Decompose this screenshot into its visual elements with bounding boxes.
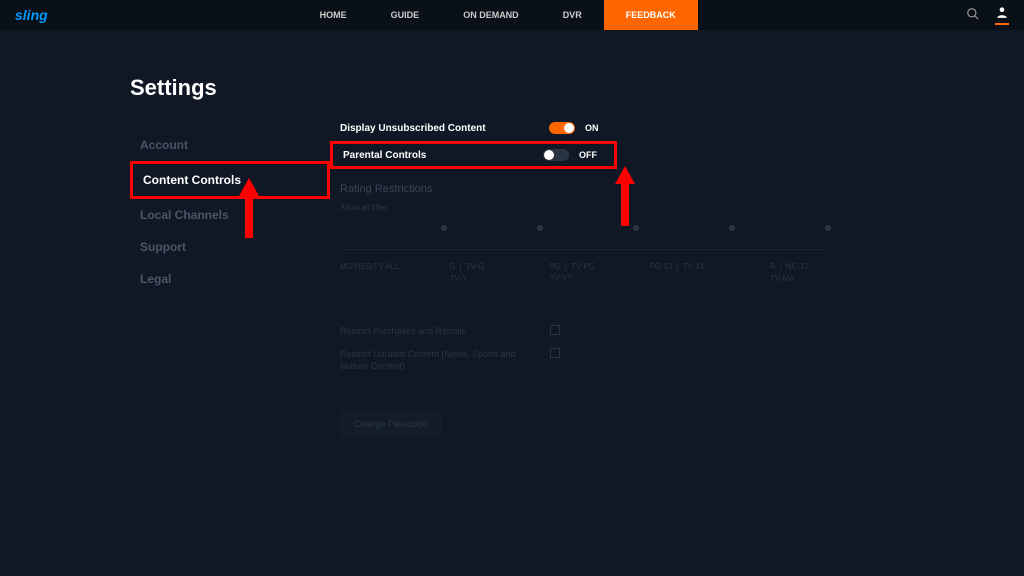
setting-parental-controls: Parental Controls OFF bbox=[330, 141, 617, 169]
restrict-unrated-checkbox[interactable] bbox=[550, 348, 560, 358]
allow-all-label: Allow all titles bbox=[340, 203, 954, 212]
rating-tvy7: TV-Y7 bbox=[549, 274, 649, 283]
nav-guide[interactable]: GUIDE bbox=[369, 0, 442, 30]
annotation-arrow-left bbox=[234, 178, 264, 238]
settings-sidebar: Settings Account Content Controls Local … bbox=[130, 75, 330, 465]
toggle-state: ON bbox=[585, 123, 610, 133]
nav-dvr[interactable]: DVR bbox=[541, 0, 604, 30]
rating-slider[interactable] bbox=[345, 220, 825, 250]
toggle-state: OFF bbox=[579, 150, 604, 160]
rating-col: R | NC-17 TV-MA bbox=[770, 262, 860, 283]
nav-center: HOME GUIDE ON DEMAND DVR FEEDBACK bbox=[298, 0, 698, 30]
rating-tvpg: TV-PG bbox=[571, 262, 595, 271]
rating-col: PG-13 | TV-14 bbox=[649, 262, 770, 283]
restrict-purchases-row: Restrict Purchases and Rentals bbox=[340, 325, 954, 338]
sidebar-item-legal[interactable]: Legal bbox=[130, 263, 330, 295]
rating-nc17: NC-17 bbox=[786, 262, 809, 271]
user-icon bbox=[995, 5, 1009, 22]
sidebar-item-account[interactable]: Account bbox=[130, 129, 330, 161]
settings-content: Display Unsubscribed Content ON Parental… bbox=[330, 75, 1024, 465]
nav-home[interactable]: HOME bbox=[298, 0, 369, 30]
restrict-unrated-row: Restrict Unrated Content (News, Sports a… bbox=[340, 348, 954, 373]
change-passcode-button[interactable]: Change Passcode bbox=[340, 411, 442, 437]
sidebar-item-local-channels[interactable]: Local Channels bbox=[130, 199, 330, 231]
toggle-display-unsubscribed[interactable] bbox=[549, 122, 575, 134]
rating-tvma: TV-MA bbox=[770, 274, 860, 283]
annotation-arrow-right bbox=[610, 166, 640, 226]
rating-tvg: TV-G bbox=[466, 262, 485, 271]
ratings-row: MOVIES/TV ALL G | TV-G TV-Y PG | TV-PG T… bbox=[340, 262, 860, 283]
nav-feedback[interactable]: FEEDBACK bbox=[604, 0, 698, 30]
setting-label: Parental Controls bbox=[343, 150, 426, 161]
rating-col: PG | TV-PG TV-Y7 bbox=[549, 262, 649, 283]
rating-tv14: TV-14 bbox=[683, 262, 704, 271]
slider-dot bbox=[825, 225, 831, 231]
slider-dot bbox=[441, 225, 447, 231]
nav-ondemand[interactable]: ON DEMAND bbox=[441, 0, 541, 30]
app-header: sling HOME GUIDE ON DEMAND DVR FEEDBACK bbox=[0, 0, 1024, 30]
rating-pg13: PG-13 bbox=[649, 262, 672, 271]
slider-dot bbox=[729, 225, 735, 231]
movies-tv-label: MOVIES/TV ALL bbox=[340, 262, 449, 283]
restrict-purchases-label: Restrict Purchases and Rentals bbox=[340, 325, 540, 338]
slider-dot bbox=[537, 225, 543, 231]
restrict-unrated-label: Restrict Unrated Content (News, Sports a… bbox=[340, 348, 540, 373]
rating-tvy: TV-Y bbox=[449, 274, 549, 283]
rating-pg: PG bbox=[549, 262, 561, 271]
setting-label: Display Unsubscribed Content bbox=[340, 123, 486, 134]
toggle-parental-controls[interactable] bbox=[543, 149, 569, 161]
search-icon[interactable] bbox=[966, 7, 980, 24]
setting-display-unsubscribed: Display Unsubscribed Content ON bbox=[330, 117, 620, 139]
restrict-purchases-checkbox[interactable] bbox=[550, 325, 560, 335]
header-right bbox=[966, 5, 1009, 25]
main-content: Settings Account Content Controls Local … bbox=[0, 30, 1024, 465]
user-active-indicator bbox=[995, 23, 1009, 25]
rating-restrictions-heading: Rating Restrictions bbox=[340, 183, 954, 195]
sidebar-item-support[interactable]: Support bbox=[130, 231, 330, 263]
sidebar-item-content-controls[interactable]: Content Controls bbox=[130, 161, 330, 199]
user-icon-wrap[interactable] bbox=[995, 5, 1009, 25]
rating-g: G bbox=[449, 262, 455, 271]
logo: sling bbox=[15, 7, 48, 23]
rating-r: R bbox=[770, 262, 776, 271]
rating-col: G | TV-G TV-Y bbox=[449, 262, 549, 283]
page-title: Settings bbox=[130, 75, 330, 101]
